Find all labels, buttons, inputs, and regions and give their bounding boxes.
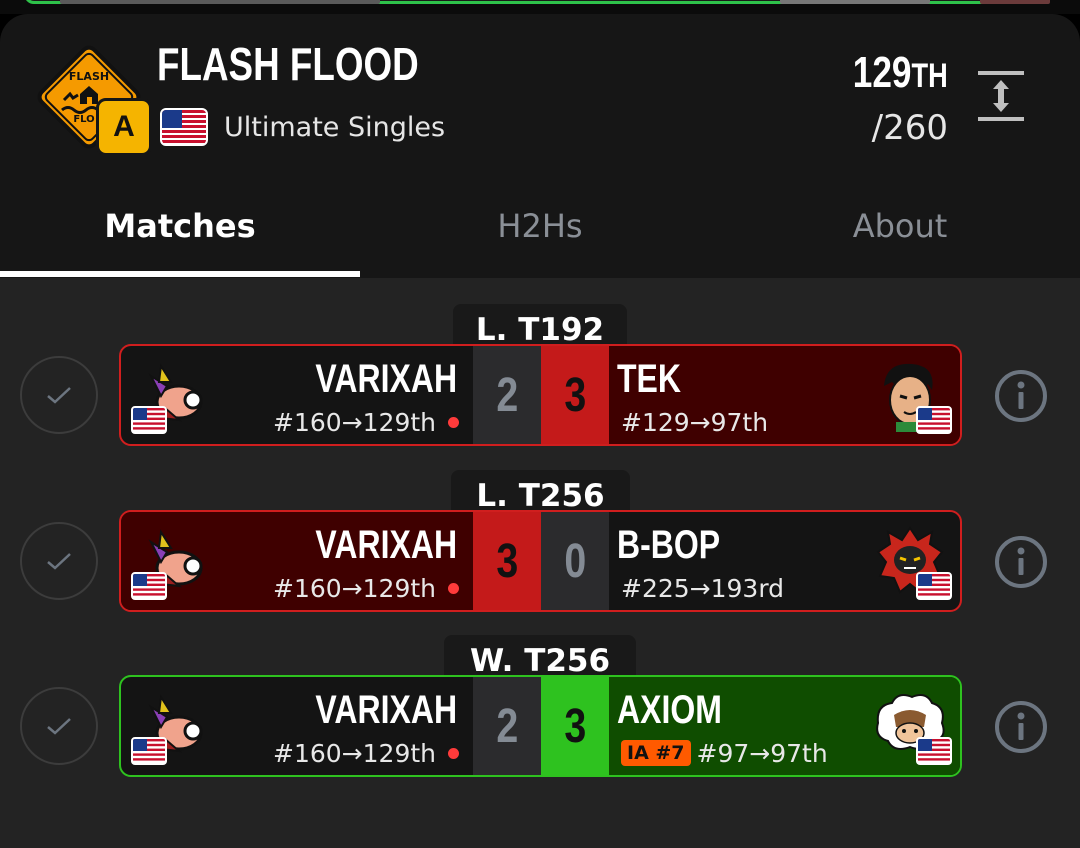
match-row: L. T192 VARIXAH #160→129th 2 3 TEK #129→… bbox=[0, 304, 1080, 464]
us-flag-icon bbox=[131, 406, 167, 434]
regional-rank-badge: IA #7 bbox=[621, 740, 691, 766]
status-dot bbox=[448, 416, 459, 428]
left-score: 2 bbox=[473, 677, 541, 775]
status-dot bbox=[448, 582, 459, 594]
player-left: VARIXAH #160→129th bbox=[121, 512, 473, 610]
tab-matches[interactable]: Matches bbox=[0, 196, 360, 256]
match-card[interactable]: VARIXAH #160→129th 2 3 AXIOM IA #7 #97→97… bbox=[119, 675, 962, 777]
player-placement: 129TH bbox=[853, 48, 948, 97]
tab-h2hs[interactable]: H2Hs bbox=[360, 196, 720, 256]
info-icon[interactable] bbox=[994, 535, 1048, 589]
previous-card-strip bbox=[0, 0, 1080, 14]
seed-placement: #160→129th bbox=[273, 739, 459, 768]
checkmark-icon bbox=[47, 387, 71, 404]
opponent-name: B-BOP bbox=[617, 523, 721, 567]
player-name: VARIXAH bbox=[315, 357, 457, 401]
checkmark-icon bbox=[47, 553, 71, 570]
seed-placement: #225→193rd bbox=[621, 574, 785, 603]
us-flag-icon bbox=[916, 406, 952, 434]
match-card[interactable]: VARIXAH #160→129th 3 0 B-BOP #225→193rd bbox=[119, 510, 962, 612]
player-right: TEK #129→97th bbox=[609, 346, 960, 444]
match-card[interactable]: VARIXAH #160→129th 2 3 TEK #129→97th bbox=[119, 344, 962, 446]
player-name: VARIXAH bbox=[315, 688, 457, 732]
us-flag-icon bbox=[916, 737, 952, 765]
expand-collapse-icon[interactable] bbox=[978, 68, 1024, 124]
right-score: 3 bbox=[541, 677, 609, 775]
svg-text:FLASH: FLASH bbox=[69, 70, 109, 83]
us-flag-icon bbox=[916, 572, 952, 600]
player-left: VARIXAH #160→129th bbox=[121, 677, 473, 775]
seed-placement: #160→129th bbox=[273, 408, 459, 437]
svg-text:FLO: FLO bbox=[73, 114, 94, 125]
checkmark-icon bbox=[47, 718, 71, 735]
mark-watched-button[interactable] bbox=[20, 522, 98, 600]
player-right: AXIOM IA #7 #97→97th bbox=[609, 677, 960, 775]
status-dot bbox=[448, 747, 459, 759]
us-flag-icon bbox=[160, 108, 208, 146]
player-name: VARIXAH bbox=[315, 523, 457, 567]
right-score: 3 bbox=[541, 346, 609, 444]
info-icon[interactable] bbox=[994, 700, 1048, 754]
info-icon[interactable] bbox=[994, 369, 1048, 423]
seed-placement: IA #7 #97→97th bbox=[621, 739, 828, 768]
tab-bar: Matches H2Hs About bbox=[0, 176, 1080, 276]
left-score: 3 bbox=[473, 512, 541, 610]
match-row: W. T256 VARIXAH #160→129th 2 3 AXIOM IA … bbox=[0, 635, 1080, 795]
game-name: Ultimate Singles bbox=[224, 112, 446, 143]
opponent-name: TEK bbox=[617, 357, 681, 401]
match-list: L. T192 VARIXAH #160→129th 2 3 TEK #129→… bbox=[0, 278, 1080, 848]
us-flag-icon bbox=[131, 572, 167, 600]
tab-about[interactable]: About bbox=[720, 196, 1080, 256]
opponent-name: AXIOM bbox=[617, 688, 722, 732]
seed-placement: #129→97th bbox=[621, 408, 769, 437]
mark-watched-button[interactable] bbox=[20, 356, 98, 434]
event-title: FLASH FLOOD bbox=[157, 38, 419, 90]
mark-watched-button[interactable] bbox=[20, 687, 98, 765]
seed-placement: #160→129th bbox=[273, 574, 459, 603]
right-score: 0 bbox=[541, 512, 609, 610]
player-right: B-BOP #225→193rd bbox=[609, 512, 960, 610]
tier-badge: A bbox=[96, 98, 152, 156]
total-entrants: /260 bbox=[871, 108, 948, 148]
active-tab-indicator bbox=[0, 271, 360, 277]
left-score: 2 bbox=[473, 346, 541, 444]
match-row: L. T256 VARIXAH #160→129th 3 0 B-BOP #22… bbox=[0, 470, 1080, 630]
us-flag-icon bbox=[131, 737, 167, 765]
player-left: VARIXAH #160→129th bbox=[121, 346, 473, 444]
